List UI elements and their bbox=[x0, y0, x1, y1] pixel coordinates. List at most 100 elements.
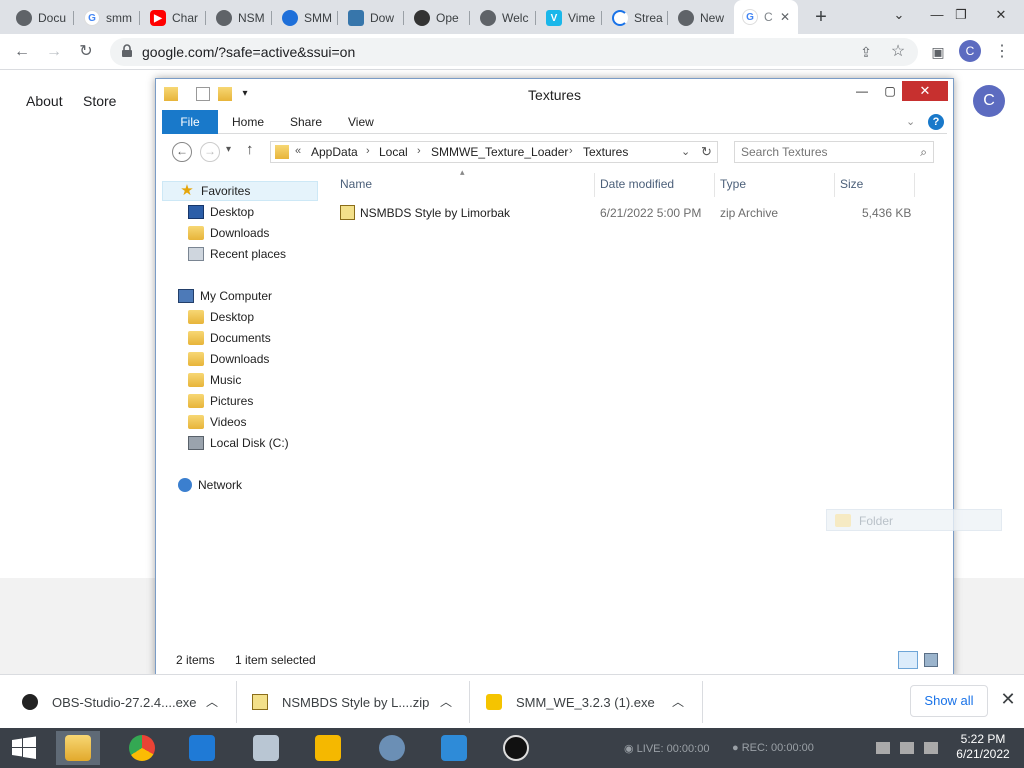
breadcrumb-smmwe-texture-loader[interactable]: SMMWE_Texture_Loader bbox=[431, 145, 568, 159]
chevron-right-icon[interactable]: › bbox=[366, 145, 370, 157]
taskbar-file-explorer[interactable] bbox=[56, 731, 100, 765]
column-type[interactable]: Type bbox=[720, 177, 746, 197]
expand-ribbon-icon[interactable]: ⌄ bbox=[906, 110, 915, 134]
browser-tab-5[interactable]: SMM bbox=[274, 4, 338, 32]
column-size[interactable]: Size bbox=[840, 177, 863, 197]
network-status-icon[interactable] bbox=[900, 742, 914, 754]
nav-pc-downloads[interactable]: Downloads bbox=[188, 349, 269, 369]
forward-button[interactable]: → bbox=[200, 142, 220, 162]
nav-my-computer[interactable]: My Computer bbox=[178, 286, 272, 306]
download-item-1[interactable]: OBS-Studio-27.2.4....exe bbox=[22, 675, 197, 729]
taskbar-app-tl[interactable] bbox=[370, 731, 414, 765]
store-link[interactable]: Store bbox=[83, 93, 116, 109]
column-name[interactable]: Name bbox=[340, 177, 372, 197]
overflow-chevron[interactable]: « bbox=[295, 145, 301, 157]
menu-dots-icon[interactable]: ⋮ bbox=[990, 40, 1014, 64]
forward-arrow-icon[interactable]: → bbox=[42, 40, 66, 64]
explorer-maximize-button[interactable]: ▢ bbox=[876, 81, 904, 101]
start-button[interactable] bbox=[2, 731, 46, 765]
chevron-up-icon[interactable]: ︿ bbox=[440, 693, 452, 710]
reload-icon[interactable]: ↻ bbox=[74, 40, 98, 64]
column-divider[interactable] bbox=[714, 173, 715, 197]
chevron-up-icon[interactable]: ︿ bbox=[672, 693, 684, 710]
column-date-modified[interactable]: Date modified bbox=[600, 177, 674, 197]
back-button[interactable]: ← bbox=[172, 142, 192, 162]
breadcrumb-textures[interactable]: Textures bbox=[583, 145, 628, 159]
browser-tab-2[interactable]: G smm bbox=[76, 4, 140, 32]
nav-fav-recent-places[interactable]: Recent places bbox=[188, 244, 286, 264]
nav-pc-pictures[interactable]: Pictures bbox=[188, 391, 253, 411]
browser-tab-10[interactable]: Strea bbox=[604, 4, 668, 32]
nav-pc-desktop[interactable]: Desktop bbox=[188, 307, 254, 327]
browser-tab-4[interactable]: NSM bbox=[208, 4, 272, 32]
browser-tab-1[interactable]: Docu bbox=[8, 4, 74, 32]
chevron-right-icon[interactable]: › bbox=[417, 145, 421, 157]
browser-tab-8[interactable]: Welc bbox=[472, 4, 536, 32]
browser-tab-11[interactable]: New bbox=[670, 4, 732, 32]
download-item-2[interactable]: NSMBDS Style by L....zip bbox=[252, 675, 429, 729]
bookmark-star-icon[interactable]: ☆ bbox=[886, 40, 910, 64]
new-tab-button[interactable]: + bbox=[810, 6, 832, 28]
taskbar-chrome[interactable] bbox=[120, 731, 164, 765]
refresh-icon[interactable]: ↻ bbox=[701, 144, 712, 160]
breadcrumb-appdata[interactable]: AppData bbox=[311, 145, 358, 159]
file-row[interactable]: NSMBDS Style by Limorbak 6/21/2022 5:00 … bbox=[336, 203, 916, 223]
nav-fav-downloads[interactable]: Downloads bbox=[188, 223, 269, 243]
taskbar-vscode[interactable] bbox=[180, 731, 224, 765]
address-breadcrumb[interactable]: « AppData › Local › SMMWE_Texture_Loader… bbox=[270, 141, 718, 163]
large-icons-view-icon[interactable] bbox=[924, 653, 938, 667]
search-box[interactable]: ⌕ bbox=[734, 141, 934, 163]
taskbar-task-manager[interactable] bbox=[244, 731, 288, 765]
search-icon[interactable]: ⌕ bbox=[920, 145, 927, 160]
nav-pc-music[interactable]: Music bbox=[188, 370, 241, 390]
profile-avatar[interactable]: C bbox=[959, 40, 981, 62]
nav-fav-desktop[interactable]: Desktop bbox=[188, 202, 254, 222]
back-arrow-icon[interactable]: ← bbox=[10, 40, 34, 64]
browser-tab-active[interactable]: G C ✕ bbox=[734, 0, 798, 34]
volume-muted-icon[interactable] bbox=[876, 742, 890, 754]
help-icon[interactable]: ? bbox=[928, 114, 944, 130]
explorer-minimize-button[interactable]: — bbox=[848, 81, 876, 101]
browser-tab-7[interactable]: Ope bbox=[406, 4, 470, 32]
system-clock[interactable]: 5:22 PM 6/21/2022 bbox=[948, 732, 1018, 762]
recent-locations-icon[interactable]: ▾ bbox=[226, 144, 231, 155]
address-bar[interactable]: google.com/?safe=active&ssui=on bbox=[110, 38, 918, 66]
tab-home[interactable]: Home bbox=[232, 110, 264, 134]
close-window-button[interactable]: ✕ bbox=[978, 0, 1024, 30]
search-input[interactable] bbox=[735, 142, 905, 162]
breadcrumb-local[interactable]: Local bbox=[379, 145, 408, 159]
close-downloads-bar-icon[interactable]: ✕ bbox=[998, 689, 1018, 713]
side-panel-icon[interactable]: ▣ bbox=[926, 40, 950, 64]
taskbar-obs[interactable] bbox=[494, 731, 538, 765]
details-view-icon[interactable] bbox=[898, 651, 918, 669]
about-link[interactable]: About bbox=[26, 93, 63, 109]
browser-tab-9[interactable]: V Vime bbox=[538, 4, 602, 32]
column-divider[interactable] bbox=[834, 173, 835, 197]
share-icon[interactable]: ⇪ bbox=[854, 40, 878, 64]
notification-icon[interactable] bbox=[924, 742, 938, 754]
browser-tab-6[interactable]: Dow bbox=[340, 4, 404, 32]
taskbar-paint-app[interactable] bbox=[432, 731, 476, 765]
nav-pc-local-disk[interactable]: Local Disk (C:) bbox=[188, 433, 289, 453]
browser-tab-3[interactable]: ▶ Char bbox=[142, 4, 206, 32]
explorer-title-bar[interactable]: ▾ Textures — ▢ ✕ bbox=[156, 79, 953, 109]
nav-pc-videos[interactable]: Videos bbox=[188, 412, 246, 432]
column-divider[interactable] bbox=[914, 173, 915, 197]
chevron-up-icon[interactable]: ︿ bbox=[206, 693, 218, 710]
close-tab-icon[interactable]: ✕ bbox=[780, 10, 790, 24]
google-account-avatar[interactable]: C bbox=[973, 85, 1005, 117]
nav-favorites[interactable]: ★ Favorites bbox=[162, 181, 318, 201]
tab-share[interactable]: Share bbox=[290, 110, 322, 134]
download-item-3[interactable]: SMM_WE_3.2.3 (1).exe bbox=[486, 675, 655, 729]
up-arrow-icon[interactable]: ↑ bbox=[246, 141, 254, 158]
explorer-close-button[interactable]: ✕ bbox=[902, 81, 948, 101]
tab-view[interactable]: View bbox=[348, 110, 374, 134]
column-divider[interactable] bbox=[594, 173, 595, 197]
show-all-button[interactable]: Show all bbox=[910, 685, 988, 717]
nav-network[interactable]: Network bbox=[178, 475, 242, 495]
chevron-right-icon[interactable]: › bbox=[569, 145, 573, 157]
taskbar-smm-we[interactable] bbox=[306, 731, 350, 765]
chevron-down-icon[interactable]: ⌄ bbox=[681, 145, 690, 158]
tab-file[interactable]: File bbox=[162, 110, 218, 134]
nav-pc-documents[interactable]: Documents bbox=[188, 328, 271, 348]
